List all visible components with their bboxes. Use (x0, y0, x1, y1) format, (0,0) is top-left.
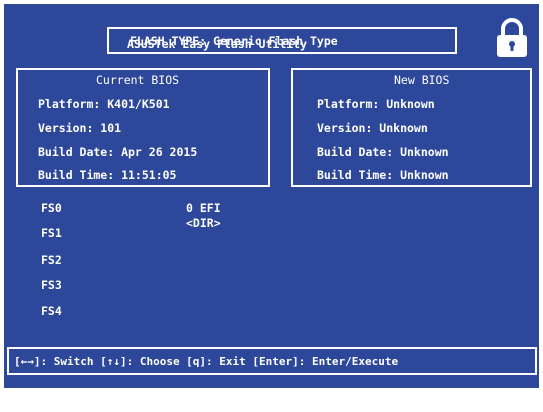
fs-item-fs1[interactable]: FS1 (41, 226, 62, 240)
new-platform: Platform: Unknown (317, 97, 435, 111)
current-build-date: Build Date: Apr 26 2015 (38, 145, 198, 159)
current-platform: Platform: K401/K501 (38, 97, 170, 111)
new-version: Version: Unknown (317, 121, 428, 135)
fs-item-fs4[interactable]: FS4 (41, 304, 62, 318)
dir-item-efi[interactable]: 0 EFI (186, 201, 221, 215)
lock-icon (494, 18, 530, 58)
current-version: Version: 101 (38, 121, 122, 135)
fs-item-fs2[interactable]: FS2 (41, 253, 62, 267)
help-text: [←→]: Switch [↑↓]: Choose [q]: Exit [Ent… (14, 355, 399, 368)
current-bios-heading: Current BIOS (96, 73, 180, 87)
fs-item-fs3[interactable]: FS3 (41, 278, 62, 292)
new-build-date: Build Date: Unknown (317, 145, 449, 159)
current-build-time: Build Time: 11:51:05 (38, 168, 177, 182)
dir-item-dir[interactable]: <DIR> (186, 216, 221, 230)
bios-screen: ASUSTek Easy Flash Utility FLASH TYPE: G… (4, 4, 539, 388)
new-bios-heading: New BIOS (394, 73, 450, 87)
flash-type-text: FLASH TYPE: Generic Flash Type (130, 34, 338, 48)
new-build-time: Build Time: Unknown (317, 168, 449, 182)
fs-item-fs0[interactable]: FS0 (41, 201, 62, 215)
